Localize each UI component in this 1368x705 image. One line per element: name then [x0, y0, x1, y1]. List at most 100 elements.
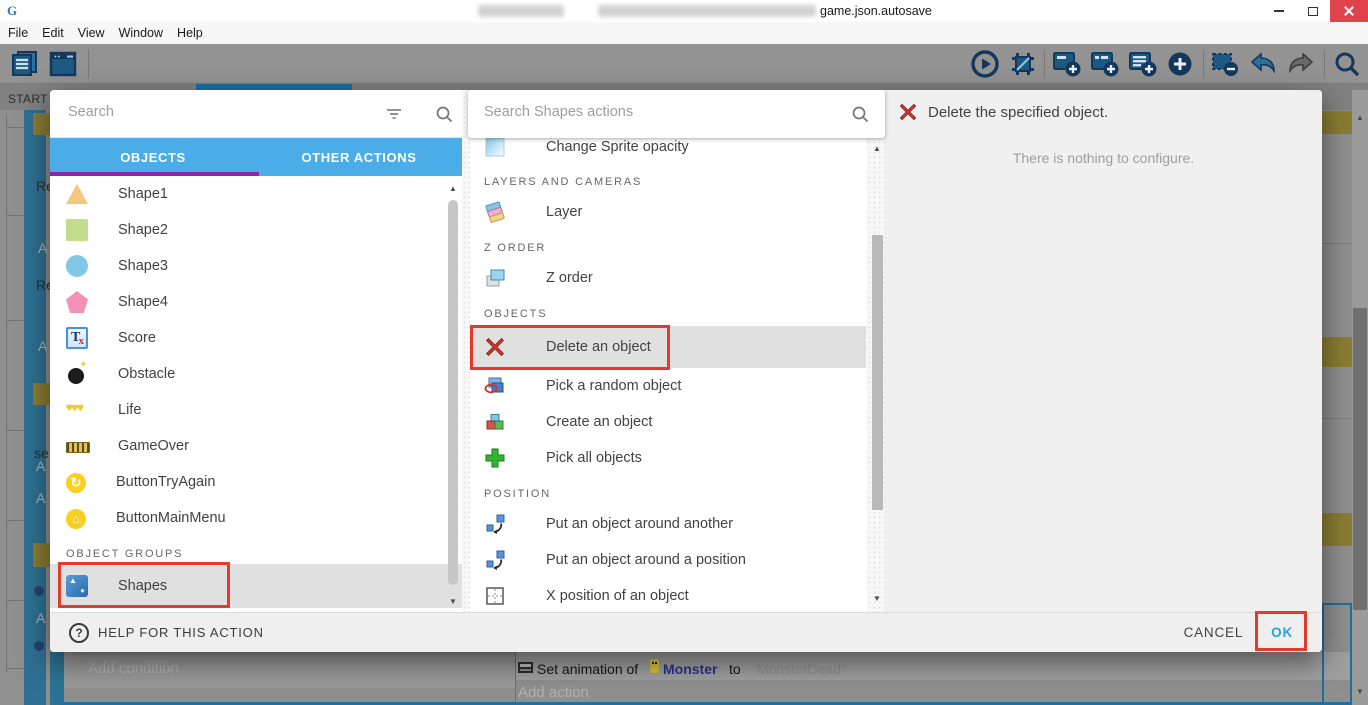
object-list-item[interactable]: Shape2 [50, 212, 462, 248]
undo-icon[interactable] [1248, 49, 1278, 79]
crosshair-icon [484, 585, 506, 607]
object-list: Shape1 Shape2 Shape3 Shape4 Score Obstac… [50, 176, 462, 612]
action-text-middle: to [729, 661, 741, 677]
tab-start[interactable]: START [8, 92, 48, 106]
remove-selection-icon[interactable] [1210, 49, 1240, 79]
nothing-to-configure-text: There is nothing to configure. [885, 150, 1322, 166]
scroll-up-icon[interactable] [873, 145, 881, 153]
object-list-item[interactable]: ButtonMainMenu [50, 500, 462, 536]
tab-other-actions[interactable]: OTHER ACTIONS [256, 138, 462, 176]
play-icon[interactable] [970, 49, 1000, 79]
object-label: Shape3 [118, 258, 168, 274]
banner-icon [66, 435, 88, 457]
object-list-item[interactable]: GameOver [50, 428, 462, 464]
menu-file[interactable]: File [8, 26, 38, 40]
bg-fragment: A [36, 490, 45, 506]
action-section-header: OBJECTS [470, 296, 866, 326]
filter-icon[interactable] [384, 104, 404, 124]
action-list-scrollbar[interactable] [872, 235, 883, 510]
action-list-item[interactable]: Z order [470, 260, 866, 296]
home-button-icon [66, 509, 86, 529]
object-label: ButtonMainMenu [116, 510, 226, 526]
action-label: Change Sprite opacity [546, 139, 689, 155]
action-section-header: LAYERS AND CAMERAS [470, 160, 866, 194]
add-subevent-icon[interactable] [1090, 49, 1120, 79]
pick-random-icon [484, 375, 506, 397]
search-icon[interactable] [850, 104, 870, 124]
object-list-item[interactable]: Shape4 [50, 284, 462, 320]
object-label: GameOver [118, 438, 189, 454]
put-around-icon [484, 513, 506, 535]
action-search-input[interactable] [484, 104, 764, 120]
action-list-item[interactable]: Pick all objects [470, 440, 866, 476]
scroll-up-icon[interactable] [449, 185, 457, 193]
menu-help[interactable]: Help [177, 26, 213, 40]
bg-fragment: A [36, 458, 45, 474]
help-link[interactable]: ? HELP FOR THIS ACTION [68, 622, 264, 644]
menu-view[interactable]: View [78, 26, 115, 40]
redo-icon[interactable] [1286, 49, 1316, 79]
toolbar-separator [1044, 50, 1045, 78]
actions-column [515, 652, 1352, 680]
scroll-up-icon[interactable] [1356, 114, 1364, 122]
scene-editor-icon[interactable] [48, 49, 78, 79]
scroll-down-icon[interactable] [1356, 688, 1364, 696]
event-tree-stub [6, 215, 24, 216]
action-list-item[interactable]: Put an object around a position [470, 542, 866, 578]
add-new-icon[interactable] [1165, 49, 1195, 79]
object-list-item[interactable]: Shape1 [50, 176, 462, 212]
object-search-input[interactable] [68, 104, 348, 120]
bg-fragment: A [36, 610, 45, 626]
minimize-button[interactable] [1262, 0, 1296, 22]
action-list-item[interactable]: Layer [470, 194, 866, 230]
object-groups-header: OBJECT GROUPS [50, 536, 462, 564]
action-list-item[interactable]: X position of an object [470, 578, 866, 612]
add-condition-link[interactable]: Add condition [88, 660, 179, 677]
search-toolbar-icon[interactable] [1332, 49, 1362, 79]
object-label: ButtonTryAgain [116, 474, 215, 490]
help-icon: ? [68, 622, 90, 644]
object-selector-panel: OBJECTS OTHER ACTIONS Shape1 Shape2 Shap… [50, 90, 462, 612]
maximize-button[interactable] [1296, 0, 1330, 22]
search-icon[interactable] [434, 104, 454, 124]
object-list-item[interactable]: Obstacle [50, 356, 462, 392]
object-list-item[interactable]: Score [50, 320, 462, 356]
object-icon [34, 586, 44, 596]
hearts-icon [66, 399, 88, 421]
action-list-item[interactable]: Put an object around another [470, 506, 866, 542]
window-title: game.json.autosave [820, 4, 932, 18]
scroll-down-icon[interactable] [873, 595, 881, 603]
event-group-block [33, 543, 50, 567]
close-button[interactable] [1330, 0, 1368, 22]
monster-object-icon [650, 659, 659, 673]
menubar: File Edit View Window Help [0, 22, 1368, 44]
event-group-block [33, 113, 50, 135]
object-list-item[interactable]: Shape3 [50, 248, 462, 284]
project-manager-icon[interactable] [10, 49, 40, 79]
toolbar-separator [1203, 50, 1204, 78]
object-list-item[interactable]: Life [50, 392, 462, 428]
scroll-down-icon[interactable] [449, 598, 457, 606]
debug-icon[interactable] [1008, 49, 1038, 79]
action-chooser-dialog: OBJECTS OTHER ACTIONS Shape1 Shape2 Shap… [50, 90, 1322, 652]
svg-text:?: ? [75, 626, 82, 640]
tab-objects[interactable]: OBJECTS [50, 138, 256, 176]
object-list-scrollbar[interactable] [448, 200, 458, 585]
cancel-button[interactable]: CANCEL [1184, 625, 1244, 640]
object-list-item[interactable]: ButtonTryAgain [50, 464, 462, 500]
menu-edit[interactable]: Edit [42, 26, 74, 40]
event-group-block [1322, 513, 1352, 546]
action-list-item[interactable]: Pick a random object [470, 368, 866, 404]
add-comment-icon[interactable] [1128, 49, 1158, 79]
pentagon-shape-icon [66, 291, 88, 313]
action-text-prefix: Set animation of [537, 661, 638, 677]
event-indent-bar [50, 652, 64, 705]
events-scrollbar-thumb[interactable] [1353, 308, 1367, 610]
object-icon [34, 641, 44, 651]
menu-window[interactable]: Window [119, 26, 173, 40]
add-action-link[interactable]: Add action [518, 684, 589, 701]
action-list-item[interactable]: Create an object [470, 404, 866, 440]
redacted-path-blur [598, 5, 816, 17]
create-object-icon [484, 411, 506, 433]
add-event-icon[interactable] [1052, 49, 1082, 79]
